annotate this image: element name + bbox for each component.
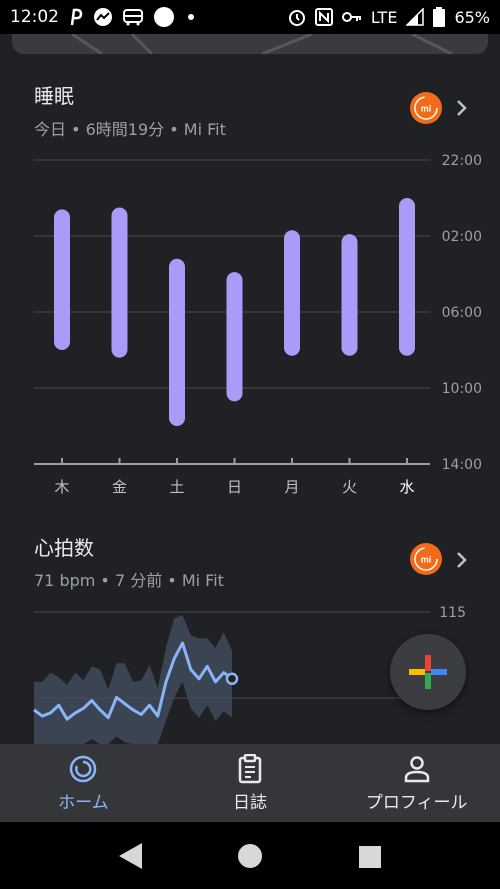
nfc-icon: [314, 8, 333, 26]
sleep-y-tick: 06:00: [442, 305, 482, 321]
heart-title[interactable]: 心拍数: [34, 532, 94, 561]
back-icon[interactable]: [119, 843, 142, 869]
recents-icon[interactable]: [359, 846, 381, 868]
chart-icon: [93, 7, 113, 27]
sleep-x-label: 金: [112, 478, 127, 496]
sleep-y-tick: 14:00: [442, 457, 482, 473]
battery-level: 65%: [454, 7, 490, 27]
sleep-bar[interactable]: [226, 272, 243, 402]
add-fab-button[interactable]: [390, 634, 466, 710]
status-bar: 12:02 LTE 65%: [0, 0, 500, 34]
bus-icon: [123, 8, 143, 26]
heart-subtitle: 71 bpm • 7 分前 • Mi Fit: [34, 571, 224, 590]
system-nav-bar: [0, 822, 500, 889]
sleep-bar[interactable]: [111, 207, 128, 358]
dot-icon: [185, 11, 197, 23]
sleep-x-label: 土: [169, 478, 184, 496]
nav-profile[interactable]: プロフィール: [333, 744, 500, 822]
profile-icon: [404, 755, 429, 782]
heart-range-band: [34, 615, 232, 744]
nav-profile-label: プロフィール: [365, 792, 468, 813]
sleep-chevron-icon[interactable]: [452, 98, 472, 118]
sleep-bar[interactable]: [399, 198, 415, 356]
svg-text:mi: mi: [421, 104, 432, 114]
sleep-y-tick: 10:00: [442, 381, 482, 397]
nav-home[interactable]: ホーム: [0, 744, 167, 822]
nav-home-label: ホーム: [58, 792, 109, 813]
sleep-x-label: 火: [342, 478, 357, 496]
sleep-x-label: 木: [54, 478, 69, 496]
sleep-bar[interactable]: [341, 234, 358, 356]
sleep-bar[interactable]: [284, 230, 300, 356]
circle-icon: [153, 6, 175, 28]
heart-y-tick: 115: [439, 605, 466, 621]
signal-icon: [406, 8, 425, 26]
mi-fit-icon-heart: mi: [410, 543, 442, 575]
svg-text:mi: mi: [421, 555, 432, 565]
journal-icon: [238, 753, 262, 783]
sleep-x-label: 月: [284, 478, 299, 496]
battery-icon: [433, 7, 446, 27]
sleep-x-label: 日: [227, 478, 242, 496]
home-icon: [70, 755, 97, 782]
bottom-nav: ホーム 日誌 プロフィール: [0, 744, 500, 822]
sleep-y-tick: 22:00: [442, 153, 482, 169]
sleep-chart: 22:00 02:00 06:00 10:00 14:00 木 金 土 日 月 火 水: [34, 153, 482, 496]
sleep-x-label: 水: [399, 478, 414, 496]
sleep-bar[interactable]: [169, 258, 185, 426]
nav-journal-label: 日誌: [233, 792, 267, 813]
heart-chevron-icon[interactable]: [452, 550, 472, 570]
key-icon: [341, 11, 362, 23]
nav-journal[interactable]: 日誌: [167, 744, 334, 822]
plus-icon: [409, 655, 447, 689]
heart-latest-point[interactable]: [225, 672, 239, 686]
sleep-subtitle: 今日 • 6時間19分 • Mi Fit: [34, 120, 226, 139]
sleep-title[interactable]: 睡眠: [34, 80, 74, 109]
map-card-bottom[interactable]: [12, 34, 488, 54]
map-lines: [71, 34, 453, 54]
alarm-icon: [288, 8, 306, 26]
mi-fit-icon: mi: [410, 92, 442, 124]
sleep-bar[interactable]: [54, 209, 70, 350]
home-circle-icon[interactable]: [238, 844, 262, 868]
clock: 12:02: [10, 7, 59, 27]
p-icon: [69, 8, 83, 26]
network-label: LTE: [370, 7, 398, 27]
sleep-y-tick: 02:00: [442, 229, 482, 245]
